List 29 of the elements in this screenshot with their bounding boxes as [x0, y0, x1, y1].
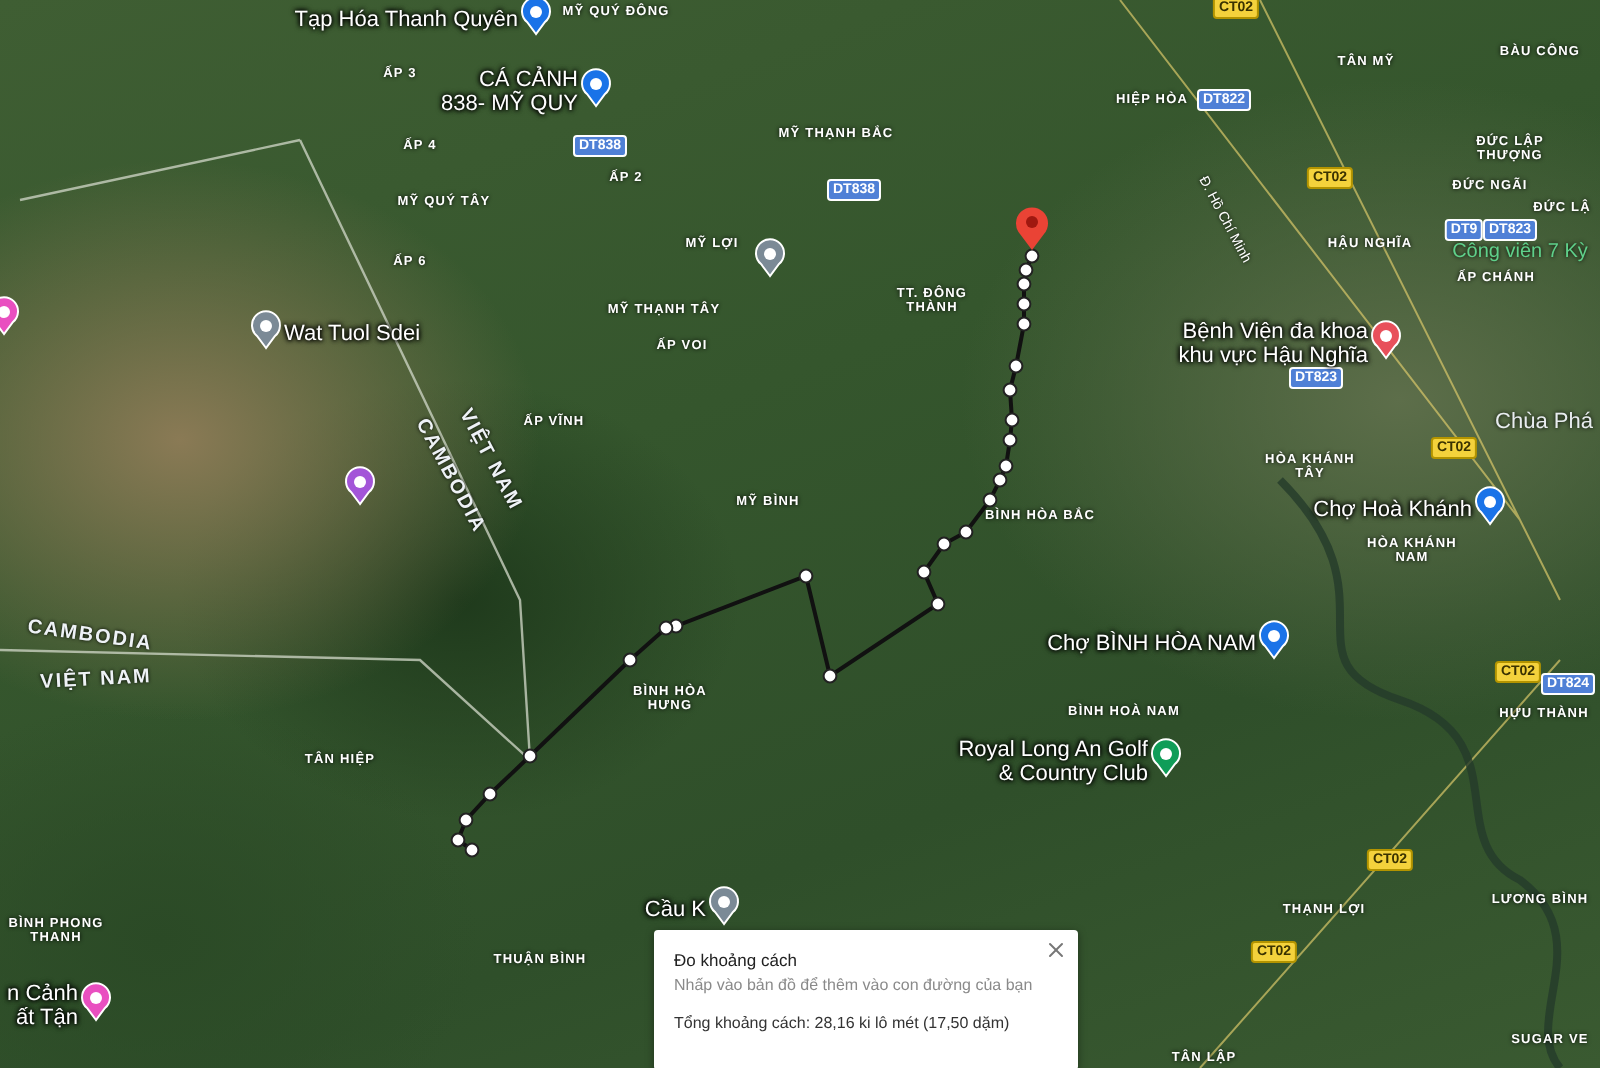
map-pin-icon[interactable]	[1474, 486, 1506, 526]
close-icon	[1044, 938, 1068, 962]
place-name[interactable]: Cầu K	[644, 897, 706, 923]
place-name[interactable]: Bệnh Viện đa khoa khu vực Hậu Nghĩa	[1178, 319, 1368, 369]
map-pin-icon[interactable]	[1258, 620, 1290, 660]
place-name[interactable]: Royal Long An Golf & Country Club	[958, 737, 1148, 787]
place-name[interactable]: Wat Tuol Sdei	[284, 321, 421, 347]
map-pin-icon[interactable]	[344, 466, 376, 506]
map-pin-icon[interactable]	[754, 238, 786, 278]
border-label: CAMBODIA	[26, 616, 154, 656]
place-name[interactable]: Tạp Hóa Thanh Quyên	[294, 7, 518, 33]
panel-hint: Nhấp vào bản đồ để thêm vào con đường của bạn	[674, 976, 1035, 994]
total-distance: Tổng khoảng cách: 28,16 ki lô mét (17,50 dặm)	[674, 1014, 1012, 1032]
panel-title: Đo khoảng cách	[674, 950, 799, 970]
place-name[interactable]: Chợ BÌNH HÒA NAM	[1047, 631, 1256, 657]
place-name[interactable]: CÁ CẢNH 838- MỸ QUY	[441, 67, 578, 117]
start-marker-icon[interactable]	[1012, 204, 1052, 252]
map-pin-icon[interactable]	[80, 982, 112, 1022]
place-name[interactable]: Chợ Hoà Khánh	[1313, 497, 1472, 523]
map-pin-icon[interactable]	[708, 886, 740, 926]
border-label: VIỆT NAM	[39, 666, 153, 694]
map-pin-icon[interactable]	[1370, 320, 1402, 360]
map-pin-icon[interactable]	[250, 310, 282, 350]
place-label: Chùa Phá	[1495, 410, 1593, 434]
map-pin-icon[interactable]	[1150, 738, 1182, 778]
map-pin-icon[interactable]	[520, 0, 552, 36]
place-label: Công viên 7 Kỳ	[1452, 241, 1588, 263]
place-name[interactable]: n Cảnh ất Tận	[7, 981, 78, 1031]
map-pin-icon[interactable]	[580, 68, 612, 108]
